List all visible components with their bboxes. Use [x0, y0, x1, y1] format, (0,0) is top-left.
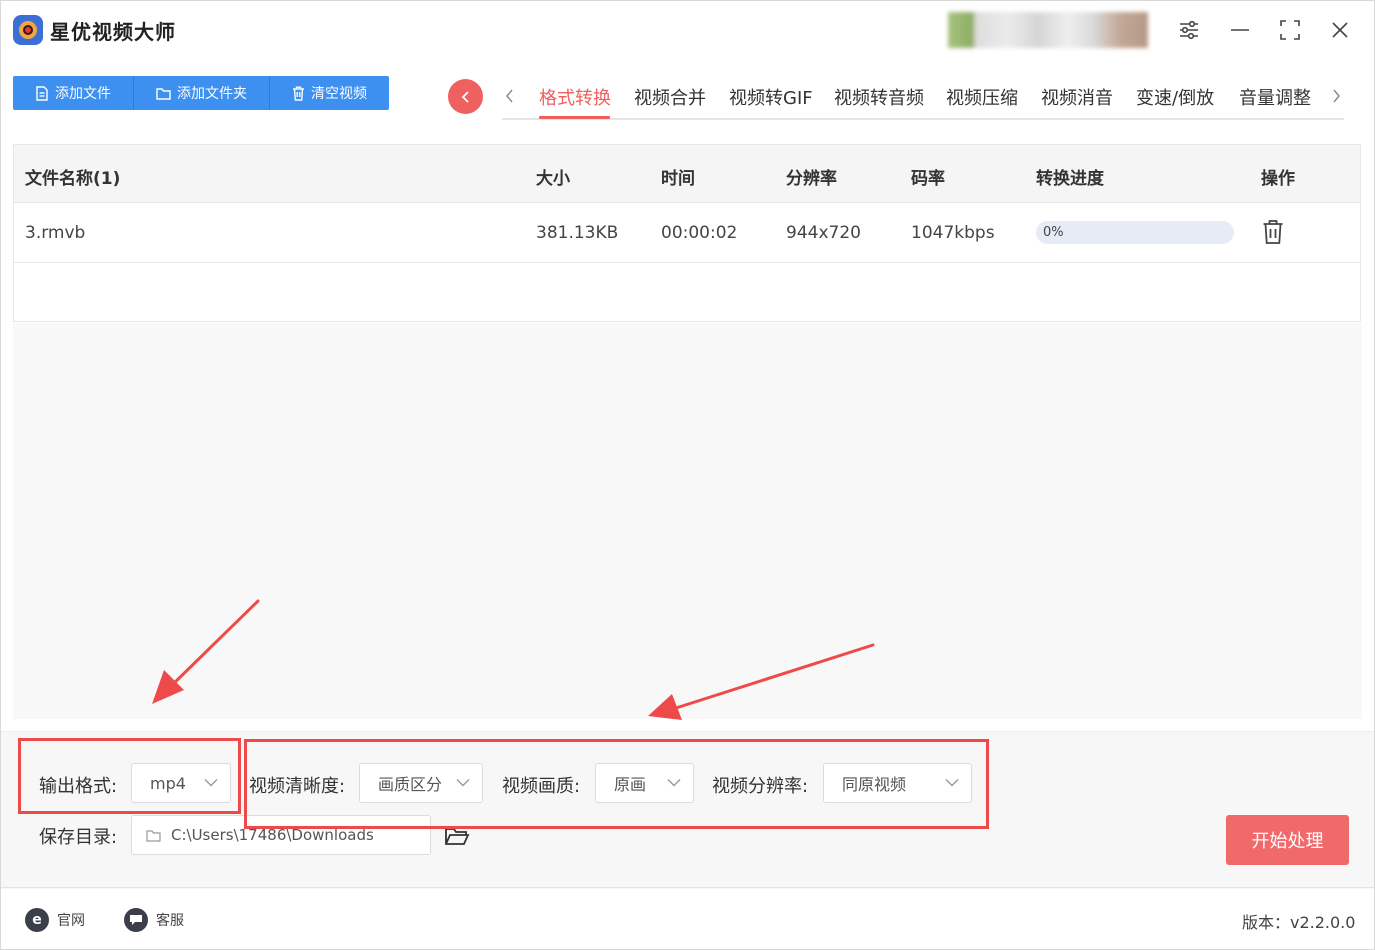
chat-icon [124, 908, 148, 932]
browser-icon: e [25, 908, 49, 932]
support-label: 客服 [156, 913, 184, 929]
website-label: 官网 [57, 913, 85, 929]
version-text: 版本：v2.2.0.0 [1242, 913, 1356, 932]
annotation-arrows [152, 599, 875, 720]
support-link[interactable]: 客服 [124, 906, 184, 934]
footer-divider [0, 887, 1375, 888]
website-link[interactable]: e 官网 [25, 906, 85, 934]
